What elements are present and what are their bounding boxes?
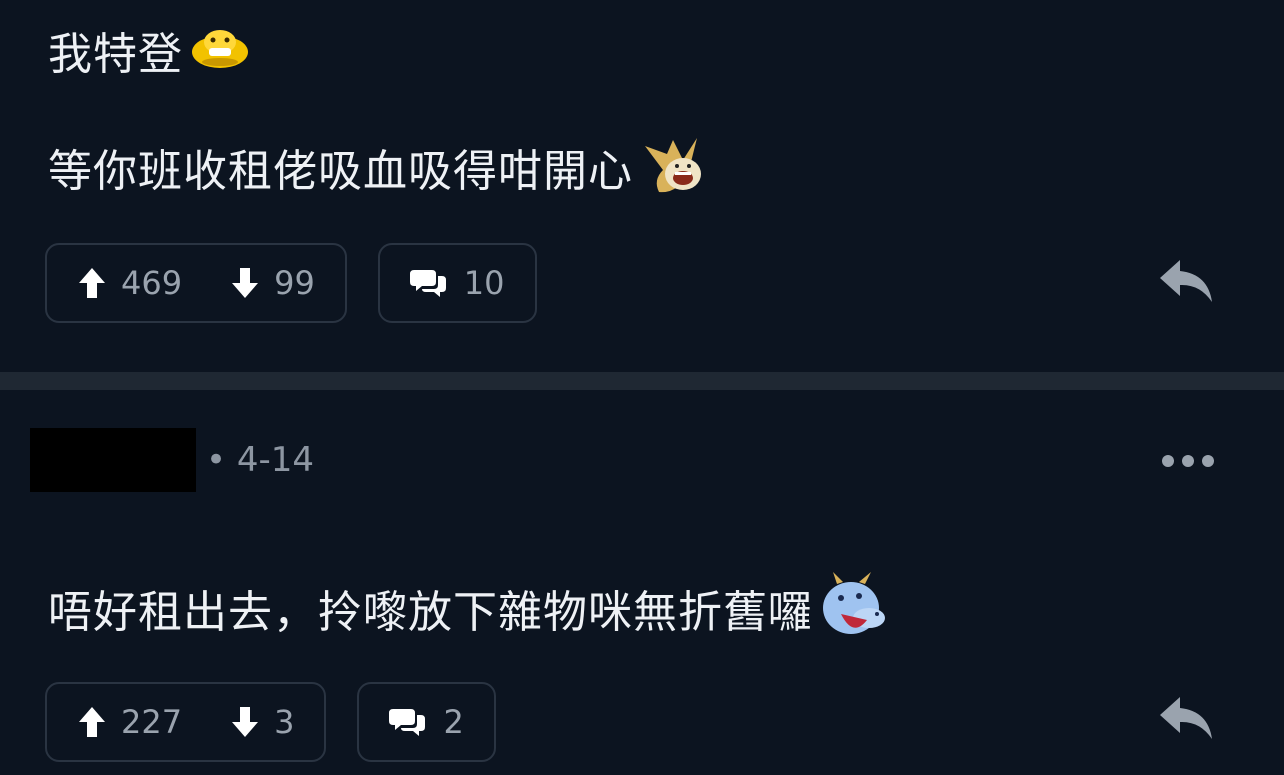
comment-text-line: 唔好租出去，拎嚟放下雜物咪無折舊囉 xyxy=(48,568,889,658)
comment-text: 我特登 xyxy=(48,29,183,80)
yellow-face-emoji-icon xyxy=(189,24,251,86)
downvote-count: 99 xyxy=(274,264,315,302)
reply-button[interactable] xyxy=(1158,695,1214,741)
downvote-count: 3 xyxy=(274,703,295,741)
downvote-button[interactable]: 99 xyxy=(230,264,315,302)
upvote-button[interactable]: 469 xyxy=(77,264,182,302)
comment-text-line: 等你班收租佬吸血吸得咁開心 xyxy=(48,130,711,214)
chat-bubble-icon xyxy=(409,268,446,298)
vote-bar: 469 99 xyxy=(45,243,347,323)
replies-button[interactable]: 10 xyxy=(377,243,537,323)
comment-separator xyxy=(0,372,1284,390)
reply-arrow-icon xyxy=(1160,260,1212,302)
replies-count: 10 xyxy=(463,264,505,302)
comment-1: 我特登 等你班收租佬吸血吸得咁開心 469 99 10 xyxy=(0,0,1284,372)
downvote-button[interactable]: 3 xyxy=(230,703,294,741)
comment-text: 唔好租出去，拎嚟放下雜物咪無折舊囉 xyxy=(48,587,813,638)
more-options-button[interactable] xyxy=(1160,453,1216,469)
reply-button[interactable] xyxy=(1158,258,1214,304)
comment-2: • 4-14 唔好租出去，拎嚟放下雜物咪無折舊囉 227 3 2 xyxy=(0,390,1284,775)
chat-bubble-icon xyxy=(389,707,426,737)
arrow-up-icon xyxy=(77,266,107,300)
redacted-username xyxy=(30,428,196,492)
arrow-up-icon xyxy=(77,705,107,739)
comment-meta: • 4-14 xyxy=(30,428,314,492)
vote-bar: 227 3 xyxy=(45,682,327,762)
banana-face-emoji-icon xyxy=(639,130,711,214)
comment-text-line: 我特登 xyxy=(48,24,251,86)
replies-count: 2 xyxy=(443,703,464,741)
reply-arrow-icon xyxy=(1160,697,1212,739)
arrow-down-icon xyxy=(230,705,260,739)
replies-button[interactable]: 2 xyxy=(357,682,496,762)
comment-text: 等你班收租佬吸血吸得咁開心 xyxy=(48,146,633,197)
blue-dragon-emoji-icon xyxy=(819,568,889,658)
more-options-icon xyxy=(1162,455,1214,467)
upvote-count: 227 xyxy=(121,703,183,741)
upvote-count: 469 xyxy=(121,264,183,302)
upvote-button[interactable]: 227 xyxy=(77,703,182,741)
comment-date: • 4-14 xyxy=(206,440,315,480)
arrow-down-icon xyxy=(230,266,260,300)
